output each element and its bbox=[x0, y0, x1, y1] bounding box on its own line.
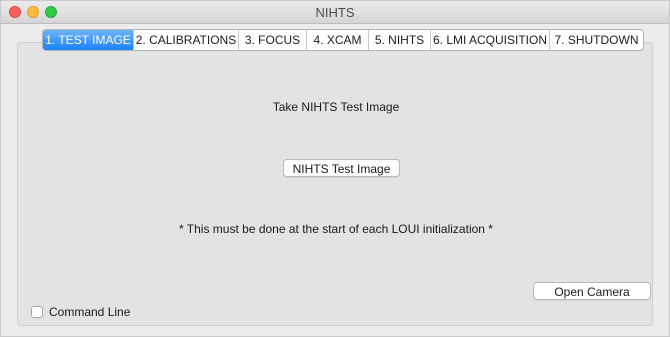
tab-test-image[interactable]: 1. TEST IMAGE bbox=[43, 30, 133, 50]
command-line-option[interactable]: Command Line bbox=[31, 304, 130, 320]
nihts-test-image-button[interactable]: NIHTS Test Image bbox=[283, 159, 400, 177]
tab-nihts[interactable]: 5. NIHTS bbox=[368, 30, 430, 50]
tab-lmi-acquisition[interactable]: 6. LMI ACQUISITION bbox=[430, 30, 549, 50]
title-bar: NIHTS bbox=[1, 1, 669, 24]
app-window: NIHTS 1. TEST IMAGE 2. CALIBRATIONS 3. F… bbox=[0, 0, 670, 337]
tab-focus[interactable]: 3. FOCUS bbox=[238, 30, 306, 50]
window-title: NIHTS bbox=[315, 5, 355, 20]
tab-shutdown[interactable]: 7. SHUTDOWN bbox=[549, 30, 643, 50]
tab-xcam[interactable]: 4. XCAM bbox=[306, 30, 368, 50]
open-camera-button[interactable]: Open Camera bbox=[533, 282, 651, 300]
section-heading: Take NIHTS Test Image bbox=[272, 100, 400, 114]
command-line-checkbox[interactable] bbox=[31, 306, 43, 318]
tab-bar: 1. TEST IMAGE 2. CALIBRATIONS 3. FOCUS 4… bbox=[42, 29, 644, 51]
initialization-note: * This must be done at the start of each… bbox=[179, 222, 493, 236]
tab-calibrations[interactable]: 2. CALIBRATIONS bbox=[133, 30, 238, 50]
command-line-label: Command Line bbox=[49, 305, 131, 319]
